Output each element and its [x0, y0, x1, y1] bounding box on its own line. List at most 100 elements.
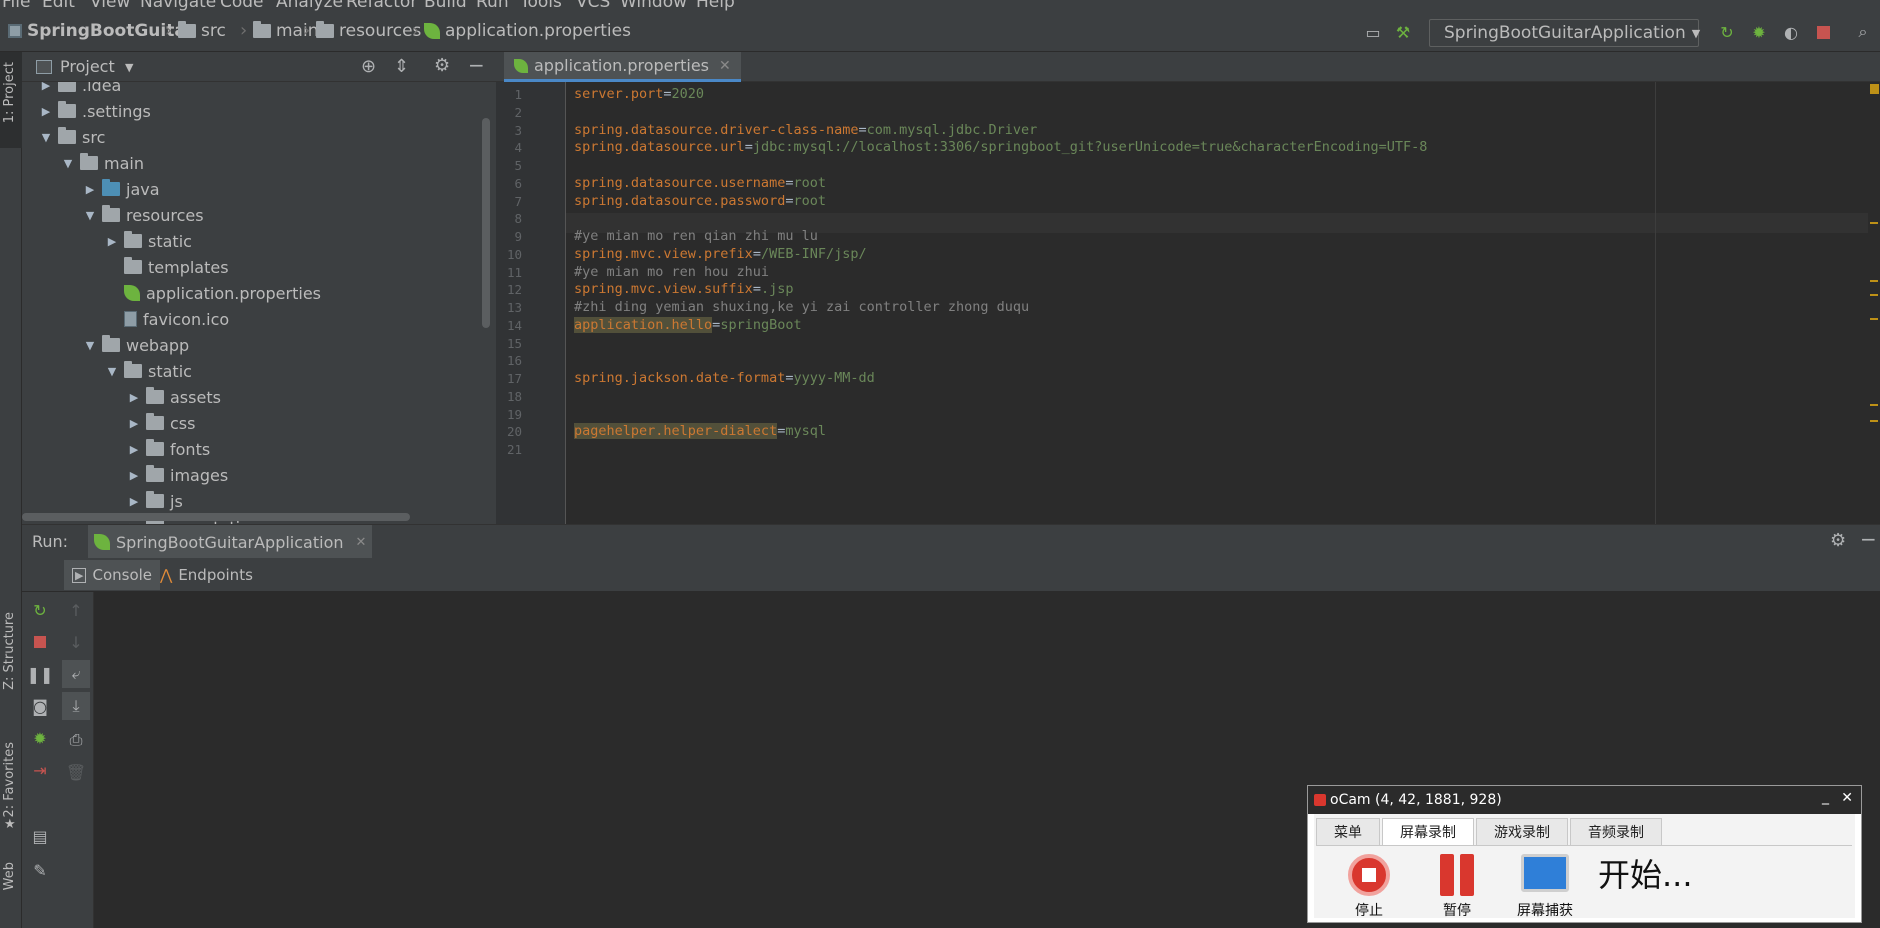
tree-item[interactable]: ▼ main	[62, 150, 144, 176]
tab-endpoints[interactable]: ⋀ Endpoints	[154, 560, 259, 590]
collapsed-arrow-icon[interactable]: ▶	[40, 105, 52, 118]
expanded-arrow-icon[interactable]: ▼	[106, 365, 118, 378]
scroll-to-end-icon[interactable]: ⤓	[62, 692, 90, 720]
run-configuration-select[interactable]: SpringBootGuitarApplication ▼	[1429, 19, 1700, 47]
coverage-icon[interactable]: ◐	[1780, 21, 1802, 43]
ocam-capture-button[interactable]: 屏幕捕获	[1510, 854, 1580, 920]
run-config-tab[interactable]: SpringBootGuitarApplication ✕	[88, 525, 373, 559]
tree-item[interactable]: ▶ .idea	[40, 82, 121, 98]
tree-item[interactable]: ▼ src	[40, 124, 105, 150]
tree-item[interactable]: ▶ static	[106, 228, 192, 254]
menu-vcs[interactable]: VCS	[576, 0, 610, 12]
collapsed-arrow-icon[interactable]: ▶	[84, 183, 96, 196]
chevron-down-icon[interactable]: ▼	[125, 61, 133, 74]
collapsed-arrow-icon[interactable]: ▶	[128, 469, 140, 482]
project-tree-scrollbar[interactable]	[482, 118, 490, 328]
collapsed-arrow-icon[interactable]: ▶	[106, 235, 118, 248]
menu-analyze[interactable]: Analyze	[276, 0, 343, 12]
layout-icon[interactable]: ▤	[26, 822, 54, 850]
expanded-arrow-icon[interactable]: ▼	[84, 209, 96, 222]
ocam-tab-game-record[interactable]: 游戏录制	[1476, 818, 1568, 846]
project-view-selector[interactable]: Project	[60, 57, 115, 76]
collapsed-arrow-icon[interactable]: ▶	[128, 391, 140, 404]
tool-window-favorites[interactable]: 2: Favorites	[2, 742, 17, 818]
collapsed-arrow-icon[interactable]: ▶	[128, 443, 140, 456]
menu-refactor[interactable]: Refactor	[346, 0, 417, 12]
tab-console[interactable]: ▶ Console	[64, 560, 161, 590]
debug-icon[interactable]: ✹	[1748, 21, 1770, 43]
tool-window-structure[interactable]: Z: Structure	[2, 612, 17, 690]
tree-item[interactable]: ▶ images	[128, 462, 228, 488]
exit-icon[interactable]: ⇥	[26, 756, 54, 784]
tree-item[interactable]: application.properties	[106, 280, 321, 306]
menu-code[interactable]: Code	[220, 0, 264, 12]
pause-icon[interactable]: ❚❚	[26, 660, 54, 688]
rerun-icon[interactable]: ↻	[1716, 21, 1738, 43]
ocam-title-bar[interactable]: oCam (4, 42, 1881, 928) _ ✕	[1308, 786, 1861, 814]
camera-icon[interactable]: ◙	[26, 692, 54, 720]
trash-icon[interactable]: 🗑	[62, 758, 90, 786]
menu-view[interactable]: View	[90, 0, 130, 12]
arrow-down-icon[interactable]: ↓	[62, 628, 90, 656]
tree-item[interactable]: ▼ resources	[84, 202, 204, 228]
stop-icon[interactable]	[1812, 21, 1834, 43]
close-icon[interactable]: ✕	[1841, 790, 1853, 806]
collapsed-arrow-icon[interactable]: ▶	[40, 82, 52, 92]
breadcrumb-resources[interactable]: resources	[316, 21, 421, 41]
close-icon[interactable]: ✕	[356, 535, 367, 550]
expanded-arrow-icon[interactable]: ▼	[62, 157, 74, 170]
menu-build[interactable]: Build	[424, 0, 467, 12]
menu-navigate[interactable]: Navigate	[140, 0, 216, 12]
code-editor[interactable]: server.port=2020 spring.datasource.driver…	[566, 82, 1868, 524]
tree-item[interactable]: ▶ java	[84, 176, 160, 202]
tree-item[interactable]: ▼ static	[106, 358, 192, 384]
tree-item[interactable]: templates	[106, 254, 229, 280]
expanded-arrow-icon[interactable]: ▼	[40, 131, 52, 144]
tree-item[interactable]: ▶ assets	[128, 384, 221, 410]
tree-item[interactable]: ▶ css	[128, 410, 195, 436]
expanded-arrow-icon[interactable]: ▼	[84, 339, 96, 352]
collapsed-arrow-icon[interactable]: ▶	[128, 417, 140, 430]
ocam-tab-menu[interactable]: 菜单	[1316, 818, 1380, 846]
tree-item[interactable]: ▶ fonts	[128, 436, 210, 462]
gear-icon[interactable]: ⚙	[434, 55, 450, 76]
build-hammer-icon[interactable]: ⚒	[1392, 21, 1414, 43]
stop-icon[interactable]	[26, 628, 54, 656]
pin-icon[interactable]: ✎	[26, 856, 54, 884]
ocam-tab-audio-record[interactable]: 音频录制	[1570, 818, 1662, 846]
ocam-tab-screen-record[interactable]: 屏幕录制	[1382, 818, 1474, 846]
menu-file[interactable]: File	[2, 0, 30, 12]
tool-window-web[interactable]: Web	[2, 862, 17, 890]
tree-item[interactable]: ▶ .settings	[40, 98, 151, 124]
menu-tools[interactable]: Tools	[520, 0, 562, 12]
menu-run[interactable]: Run	[476, 0, 509, 12]
print-icon[interactable]: ⎙	[62, 726, 90, 754]
arrow-up-icon[interactable]: ↑	[62, 596, 90, 624]
breadcrumb-file[interactable]: application.properties	[424, 21, 631, 41]
ocam-pause-button[interactable]: 暂停	[1422, 854, 1492, 920]
minimize-icon[interactable]: −	[1860, 527, 1877, 551]
gear-icon[interactable]: ⚙	[1830, 530, 1846, 551]
ocam-stop-button[interactable]: 停止	[1334, 854, 1404, 920]
menu-help[interactable]: Help	[696, 0, 735, 12]
terminal-icon[interactable]: ▭	[1362, 21, 1384, 43]
soft-wrap-icon[interactable]: ⤶	[62, 660, 90, 688]
search-icon[interactable]: ⌕	[1852, 21, 1874, 43]
project-tree-hscrollbar[interactable]	[22, 513, 410, 521]
tool-window-project[interactable]: 1: Project	[2, 62, 17, 123]
rerun-icon[interactable]: ↻	[26, 596, 54, 624]
tree-item[interactable]: favicon.ico	[106, 306, 229, 332]
tree-item[interactable]: ▼ webapp	[84, 332, 189, 358]
breadcrumb-src[interactable]: src	[178, 21, 226, 41]
debug-icon[interactable]: ✹	[26, 724, 54, 752]
locate-file-icon[interactable]: ⊕	[361, 56, 376, 77]
menu-window[interactable]: Window	[620, 0, 687, 12]
tab-application-properties[interactable]: application.properties ✕	[504, 52, 741, 82]
tree-item[interactable]: ▶ js	[128, 488, 183, 514]
collapsed-arrow-icon[interactable]: ▶	[128, 495, 140, 508]
error-stripe[interactable]	[1868, 82, 1880, 524]
minimize-icon[interactable]: −	[468, 53, 485, 77]
close-icon[interactable]: ✕	[719, 58, 731, 74]
menu-edit[interactable]: Edit	[42, 0, 75, 12]
minimize-icon[interactable]: _	[1822, 789, 1829, 805]
